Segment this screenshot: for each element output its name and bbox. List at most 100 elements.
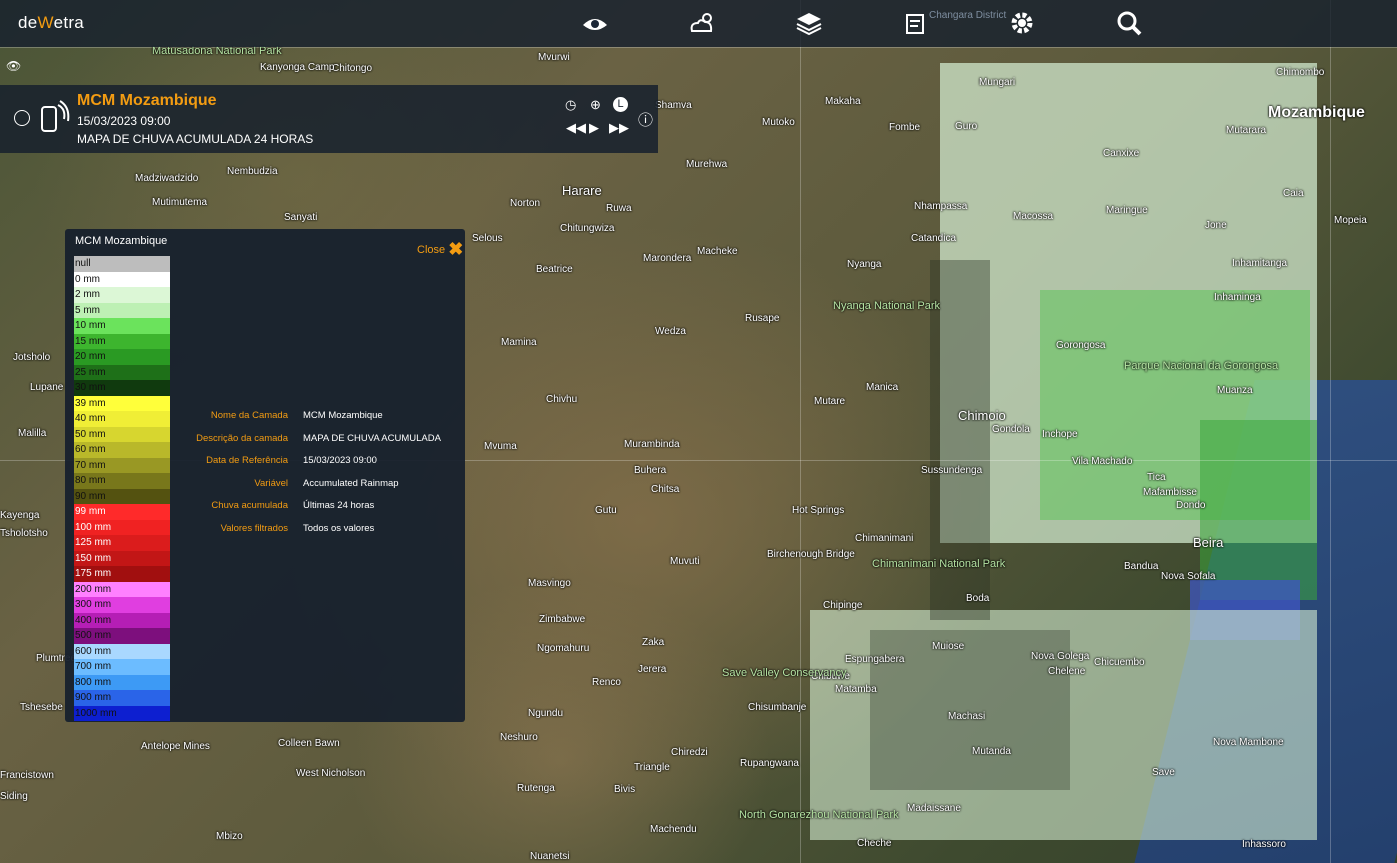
place-label: Canxixe [1103, 148, 1140, 159]
legend-swatch: 600 mm [74, 643, 170, 659]
place-label: Nembudzia [227, 166, 278, 177]
place-label: Makaha [825, 96, 861, 107]
place-label: Marondera [643, 253, 692, 264]
park-label: North Gonarezhou National Park [739, 809, 899, 821]
place-label: Chimombo [1276, 67, 1325, 78]
layers-icon[interactable] [793, 7, 825, 39]
legend-swatch: 80 mm [74, 473, 170, 489]
legend-swatch: 90 mm [74, 488, 170, 504]
property-key: Descrição da camada [196, 432, 288, 444]
property-key: Valores filtrados [220, 522, 288, 534]
place-label: Machendu [650, 824, 697, 835]
close-button[interactable]: Close ✖ [417, 237, 464, 259]
legend-icon[interactable]: L [613, 97, 628, 112]
place-label: Muanza [1217, 385, 1253, 396]
close-icon: ✖ [448, 239, 464, 259]
play-icon[interactable]: ▶ [589, 120, 599, 136]
legend-dialog: MCM Mozambique Close ✖ null 0 mm 2 mm 5 mm 1… [65, 229, 465, 722]
place-label: Siding [0, 791, 28, 802]
place-label: Neshuro [500, 732, 538, 743]
place-label: Inhassoro [1242, 839, 1286, 850]
place-label: Chivhu [546, 394, 578, 405]
place-label: Birchenough Bridge [767, 549, 855, 560]
place-label: Beira [1193, 535, 1224, 550]
place-label: Muiose [932, 641, 965, 652]
place-label: Tsholotsho [0, 528, 48, 539]
info-icon[interactable]: ⓘ [638, 109, 653, 130]
place-label: Jotsholo [13, 352, 51, 363]
place-label: Colleen Bawn [278, 738, 340, 749]
clock-icon[interactable]: ◷ [565, 97, 576, 113]
legend-swatch: 900 mm [74, 690, 170, 706]
property-value: MAPA DE CHUVA ACUMULADA [303, 432, 441, 444]
park-label: Nyanga National Park [833, 300, 941, 312]
legend-swatch: 1000 mm [74, 705, 170, 721]
place-label: Norton [510, 198, 541, 209]
graticule-line [800, 0, 801, 863]
place-label: Guro [955, 121, 978, 132]
park-label: Parque Nacional da Gorongosa [1124, 360, 1279, 372]
zoom-plus-icon[interactable]: ⊕ [590, 97, 601, 113]
property-value: Accumulated Rainmap [303, 477, 399, 489]
place-label: Boda [966, 593, 990, 604]
park-label: Chimanimani National Park [872, 558, 1006, 570]
legend-swatch: 20 mm [74, 349, 170, 365]
place-label: Inhaminga [1214, 292, 1261, 303]
forward-icon[interactable]: ▶▶ [609, 120, 629, 136]
weather-icon[interactable] [686, 7, 718, 39]
globe-search-icon[interactable] [1113, 7, 1145, 39]
place-label: Gorongosa [1056, 340, 1106, 351]
place-label: Triangle [634, 762, 670, 773]
place-label: Macossa [1013, 211, 1054, 222]
place-label: Jerera [638, 664, 667, 675]
place-label: Murambinda [624, 439, 680, 450]
visibility-toggle-icon[interactable]: 👁 [6, 59, 21, 73]
place-label: Nyanga [847, 259, 882, 270]
place-label: Espungabera [845, 654, 905, 665]
park-label: Save Valley Conservancy [722, 667, 847, 679]
place-label: Rusape [745, 313, 780, 324]
place-label: Ngomahuru [537, 643, 590, 654]
delete-layer-icon[interactable] [14, 110, 30, 126]
layer-title: MCM Mozambique [77, 92, 217, 109]
property-row: Variável Accumulated Rainmap [165, 478, 455, 501]
gear-icon[interactable] [1006, 7, 1038, 39]
place-label: Macheke [697, 246, 738, 257]
clipboard-icon[interactable] [900, 7, 932, 39]
place-label: Caia [1283, 188, 1304, 199]
legend-swatch: 175 mm [74, 566, 170, 582]
place-label: Chitongo [332, 63, 373, 74]
graticule-line [1330, 0, 1331, 863]
hover-tooltip: Changara District [929, 10, 1007, 21]
place-label: Francistown [0, 770, 54, 781]
property-row: Nome da Camada MCM Mozambique [165, 410, 455, 433]
property-row: Valores filtrados Todos os valores [165, 523, 455, 546]
place-label: Chicuembo [1094, 657, 1145, 668]
place-label: Renco [592, 677, 621, 688]
legend-swatch: 70 mm [74, 457, 170, 473]
place-label: Madaissane [907, 803, 961, 814]
place-label: Mutanda [972, 746, 1011, 757]
place-label: Chitsa [651, 484, 680, 495]
place-label: Mvurwi [538, 52, 570, 63]
layer-date: 15/03/2023 09:00 [77, 114, 171, 128]
app-logo[interactable]: deWetra [18, 13, 84, 33]
eye-icon[interactable] [579, 7, 611, 39]
place-label: Rupangwana [740, 758, 799, 769]
country-label: Mozambique [1268, 104, 1365, 121]
place-label: Buhera [634, 465, 667, 476]
place-label: Rutenga [517, 783, 555, 794]
property-value: 15/03/2023 09:00 [303, 455, 377, 467]
rain-gauge-icon [36, 99, 70, 137]
property-row: Descrição da camada MAPA DE CHUVA ACUMULA… [165, 433, 455, 456]
rewind-icon[interactable]: ◀◀ [566, 120, 586, 136]
place-label: Muvuti [670, 556, 700, 567]
place-label: Sanyati [284, 212, 318, 223]
legend-swatch: 400 mm [74, 612, 170, 628]
legend-swatch: null [74, 256, 170, 272]
legend-swatch: 15 mm [74, 333, 170, 349]
place-label: Zimbabwe [539, 614, 586, 625]
place-label: Kayenga [0, 510, 40, 521]
layer-properties: Nome da Camada MCM Mozambique Descrição da… [165, 410, 455, 546]
legend-swatch: 60 mm [74, 442, 170, 458]
